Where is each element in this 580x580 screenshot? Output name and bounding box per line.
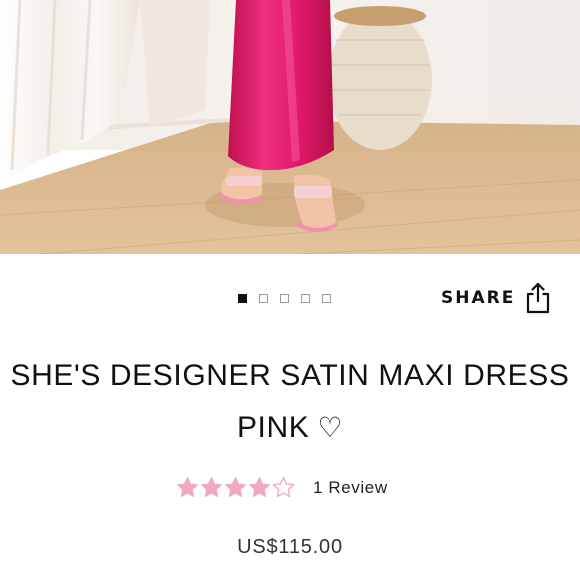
share-button[interactable]: SHARE	[441, 282, 551, 314]
carousel-dot-4[interactable]	[301, 294, 310, 303]
star-outline-icon	[272, 476, 295, 498]
product-title-line-1: SHE'S DESIGNER SATIN MAXI DRESS	[10, 359, 570, 392]
carousel-dot-1[interactable]	[238, 294, 247, 303]
product-photo	[0, 0, 580, 254]
star-filled-icon	[224, 476, 247, 498]
product-image[interactable]	[0, 0, 580, 254]
product-title-line-2: PINK ♡	[0, 402, 580, 454]
product-rating[interactable]: 1 Review	[176, 476, 388, 499]
share-icon	[527, 282, 550, 314]
product-title: SHE'S DESIGNER SATIN MAXI DRESS PINK ♡	[0, 350, 580, 454]
product-price: US$115.00	[237, 536, 343, 558]
share-label: SHARE	[441, 288, 516, 308]
carousel-dot-3[interactable]	[280, 294, 289, 303]
carousel-dot-5[interactable]	[322, 294, 331, 303]
heart-outline-icon[interactable]: ♡	[317, 402, 343, 454]
review-count-link[interactable]: 1 Review	[313, 478, 388, 498]
carousel-indicator	[238, 294, 331, 303]
product-color: PINK	[236, 411, 310, 444]
star-filled-icon	[176, 476, 199, 498]
carousel-dot-2[interactable]	[259, 294, 268, 303]
star-filled-icon	[248, 476, 271, 498]
star-filled-icon	[200, 476, 223, 498]
rating-stars	[176, 476, 295, 499]
